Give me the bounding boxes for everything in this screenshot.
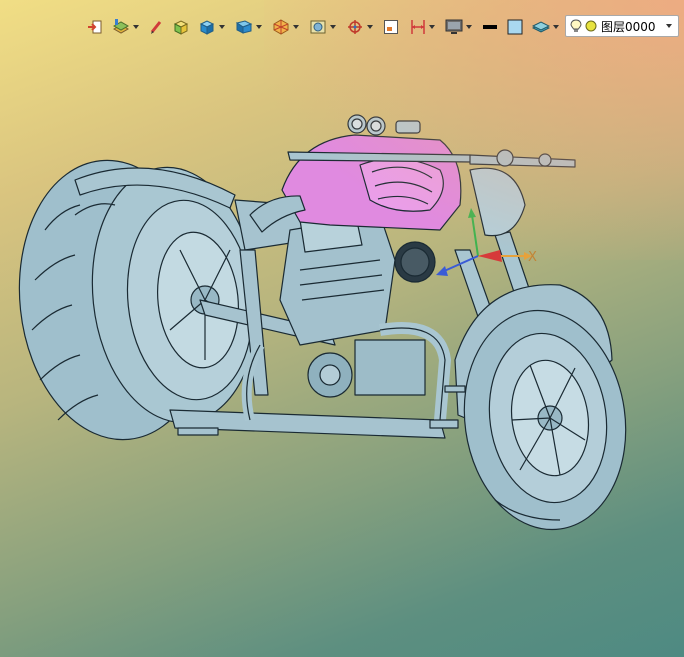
pencil-icon[interactable] (148, 15, 164, 39)
view-toolbar: 图层0000 (0, 0, 684, 40)
box-primitive-icon[interactable] (171, 15, 191, 39)
display-monitor-icon[interactable] (444, 15, 472, 39)
view-orientation-icon[interactable] (234, 15, 262, 39)
layer-select[interactable]: 图层0000 (565, 15, 679, 37)
gauges[interactable] (347, 114, 421, 136)
fill-color-swatch-icon[interactable] (506, 15, 524, 39)
fuel-tank[interactable] (281, 134, 462, 231)
exit-sketch-icon[interactable] (86, 15, 104, 39)
layer-tools-icon[interactable] (111, 15, 139, 39)
fit-window-icon[interactable] (382, 15, 400, 39)
layer-status-circle-icon (585, 20, 597, 32)
axis-x-label: X (528, 250, 537, 265)
dimension-icon[interactable] (408, 15, 436, 39)
lightbulb-icon[interactable] (570, 19, 582, 33)
line-color-swatch-icon[interactable] (481, 15, 499, 39)
surface-layer-icon[interactable] (531, 15, 559, 39)
headlight[interactable] (394, 241, 436, 283)
chevron-down-icon[interactable] (666, 24, 672, 28)
3d-viewport[interactable]: 图层0000 X (0, 0, 684, 657)
motorcycle-model[interactable] (0, 0, 684, 657)
engine[interactable] (279, 211, 426, 398)
layer-name-label: 图层0000 (601, 19, 656, 34)
snap-target-icon[interactable] (345, 15, 373, 39)
section-view-icon[interactable] (308, 15, 336, 39)
solid-cube-icon[interactable] (197, 15, 225, 39)
shading-mode-icon[interactable] (271, 15, 299, 39)
